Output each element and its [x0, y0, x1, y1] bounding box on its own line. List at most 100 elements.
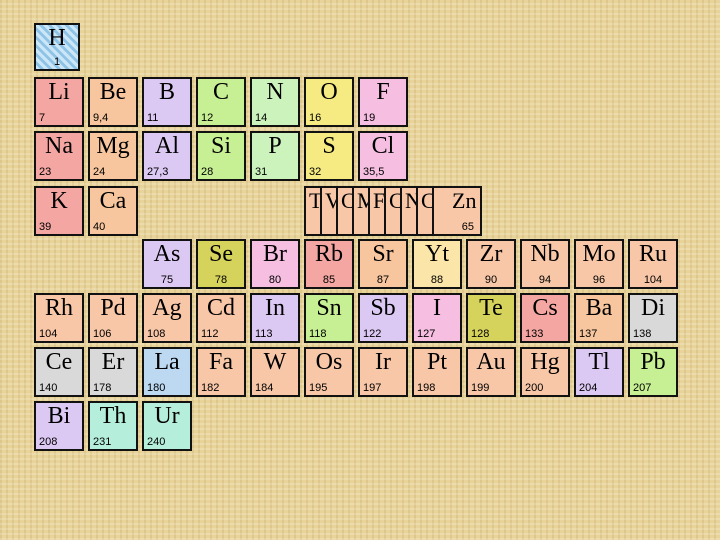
element-symbol: Al [155, 133, 179, 159]
element-tile-pd: Pd 106 [88, 293, 138, 343]
element-symbol: Cd [206, 295, 235, 321]
element-tile-sb: Sb 122 [358, 293, 408, 343]
atomic-mass: 182 [201, 382, 220, 394]
element-symbol: Rb [314, 241, 343, 267]
element-tile-f: F 19 [358, 77, 408, 127]
element-tile-cl: Cl 35,5 [358, 131, 408, 181]
element-symbol: Sr [372, 241, 394, 267]
atomic-mass: 28 [201, 166, 214, 178]
atomic-mass: 24 [93, 166, 106, 178]
element-symbol: Zr [479, 241, 503, 267]
element-symbol: Au [476, 349, 506, 375]
element-tile-i: I 127 [412, 293, 462, 343]
element-tile-o: O 16 [304, 77, 354, 127]
atomic-mass: 180 [147, 382, 166, 394]
atomic-mass: 39 [39, 221, 52, 233]
element-symbol: I [433, 295, 441, 321]
atomic-mass: 231 [93, 436, 112, 448]
element-symbol: Th [99, 403, 127, 429]
element-tile-th: Th 231 [88, 401, 138, 451]
atomic-mass: 122 [363, 328, 382, 340]
atomic-mass: 9,4 [93, 112, 109, 124]
element-tile-hg: Hg 200 [520, 347, 570, 397]
element-tile-as: As 75 [142, 239, 192, 289]
element-tile-mo: Mo 96 [574, 239, 624, 289]
element-symbol: Ba [585, 295, 613, 321]
element-tile-os: Os 195 [304, 347, 354, 397]
element-tile-rh: Rh 104 [34, 293, 84, 343]
atomic-mass: 240 [147, 436, 166, 448]
atomic-mass: 127 [417, 328, 436, 340]
element-tile-sn: Sn 118 [304, 293, 354, 343]
atomic-mass: 14 [255, 112, 268, 124]
element-tile-bi: Bi 208 [34, 401, 84, 451]
atomic-mass: 197 [363, 382, 382, 394]
element-symbol: Rh [44, 295, 73, 321]
element-symbol: Sb [370, 295, 396, 321]
element-symbol: Mo [582, 241, 616, 267]
element-tile-h: H 1 [34, 23, 80, 71]
element-symbol: Er [101, 349, 125, 375]
atomic-mass: 104 [643, 274, 663, 286]
atomic-mass: 137 [579, 328, 598, 340]
atomic-mass: 208 [39, 436, 58, 448]
atomic-mass: 32 [309, 166, 322, 178]
element-tile-la: La 180 [142, 347, 192, 397]
atomic-mass: 12 [201, 112, 214, 124]
element-tile-si: Si 28 [196, 131, 246, 181]
element-symbol: Di [641, 295, 665, 321]
atomic-mass: 106 [93, 328, 112, 340]
element-symbol: Fa [209, 349, 233, 375]
element-tile-er: Er 178 [88, 347, 138, 397]
element-symbol: Ur [154, 403, 180, 429]
atomic-mass: 184 [255, 382, 274, 394]
atomic-mass: 27,3 [147, 166, 169, 178]
atomic-mass: 94 [538, 274, 552, 286]
element-tile-zr: Zr 90 [466, 239, 516, 289]
element-tile-ur: Ur 240 [142, 401, 192, 451]
element-tile-w: W 184 [250, 347, 300, 397]
element-tile-ir: Ir 197 [358, 347, 408, 397]
element-tile-pt: Pt 198 [412, 347, 462, 397]
element-symbol: Ag [152, 295, 182, 321]
element-symbol: Na [45, 133, 73, 159]
element-symbol: Nb [530, 241, 560, 267]
element-tile-be: Be 9,4 [88, 77, 138, 127]
element-tile-se: Se 78 [196, 239, 246, 289]
element-tile-s: S 32 [304, 131, 354, 181]
element-symbol: Ru [638, 241, 667, 267]
atomic-mass: 200 [525, 382, 544, 394]
atomic-mass: 87 [376, 274, 390, 286]
atomic-mass: 118 [309, 328, 327, 340]
atomic-mass: 90 [484, 274, 498, 286]
element-symbol: In [265, 295, 285, 321]
element-symbol: Hg [530, 349, 560, 375]
atomic-mass: 113 [255, 328, 273, 340]
element-symbol: Sn [316, 295, 342, 321]
atomic-mass: 78 [214, 274, 228, 286]
element-symbol: Br [263, 241, 287, 267]
element-symbol: O [320, 79, 338, 105]
element-symbol: Bi [47, 403, 71, 429]
element-tile-nb: Nb 94 [520, 239, 570, 289]
atomic-mass: 112 [201, 328, 219, 340]
element-symbol: Mg [96, 133, 130, 159]
element-tile-p: P 31 [250, 131, 300, 181]
element-symbol: Ir [375, 349, 391, 375]
element-tile-yt: Yt 88 [412, 239, 462, 289]
element-symbol: Pb [640, 349, 666, 375]
element-tile-li: Li 7 [34, 77, 84, 127]
element-symbol: H [48, 25, 66, 51]
element-tile-al: Al 27,3 [142, 131, 192, 181]
atomic-mass: 11 [147, 112, 159, 124]
element-symbol: Ce [45, 349, 73, 375]
element-symbol: B [158, 79, 175, 105]
atomic-mass: 140 [39, 382, 58, 394]
atomic-mass: 40 [93, 221, 106, 233]
element-symbol: Te [479, 295, 503, 321]
element-symbol: Cl [371, 133, 395, 159]
element-symbol: P [268, 133, 282, 159]
element-tile-zn: Zn 65 [432, 186, 482, 236]
atomic-mass: 128 [471, 328, 490, 340]
element-symbol: Be [99, 79, 127, 105]
